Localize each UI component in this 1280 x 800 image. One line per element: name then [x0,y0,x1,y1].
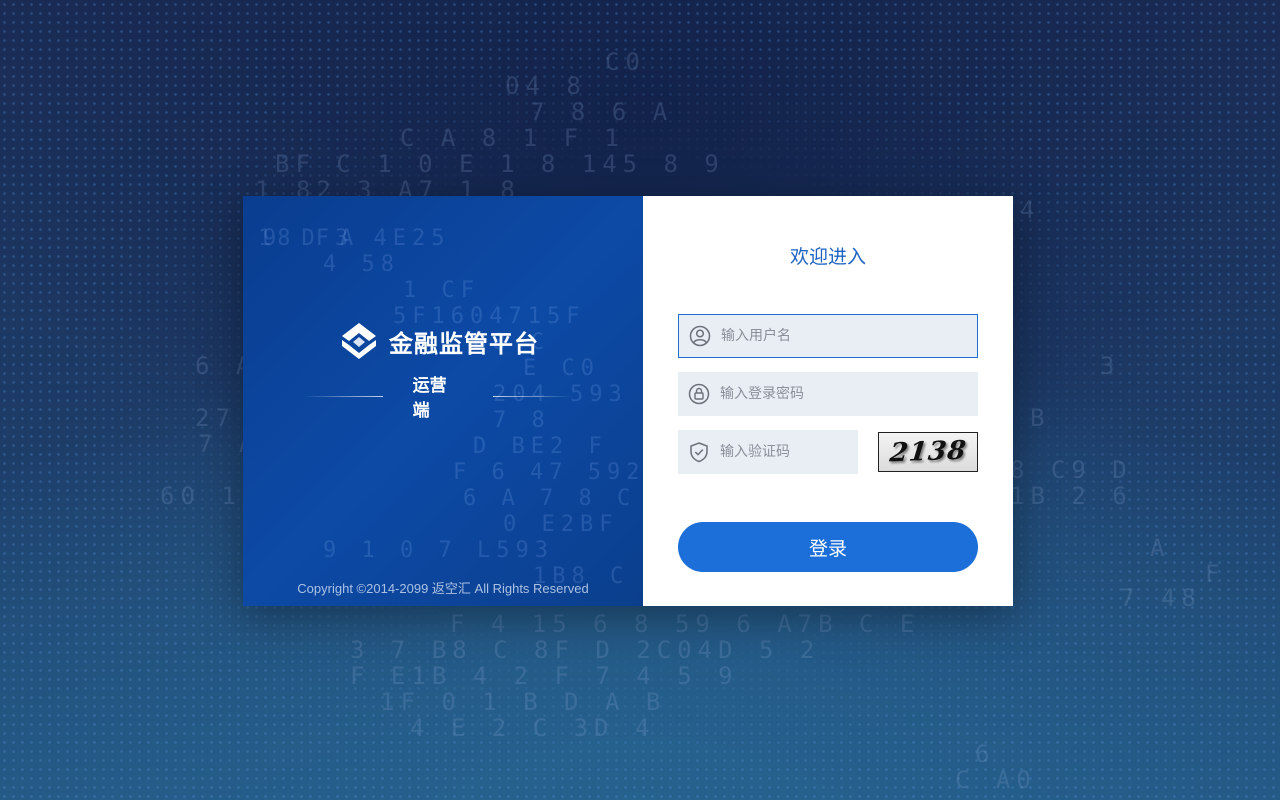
user-icon [679,314,721,358]
welcome-title: 欢迎进入 [789,246,866,268]
bg-code-text: 7 48 [1120,584,1202,612]
bg-code-text: 3 [1100,352,1121,380]
panel-code-text: D BE2 F [473,434,608,459]
login-form: 欢迎进入 输入用户名 输入验证码 2138 登录 [643,196,1013,606]
brand: 金融监管平台 [341,322,539,360]
captcha-input[interactable] [720,430,858,474]
bg-code-text: C A0 [955,766,1037,794]
login-card: 9 D A 18 F3 4E25 4 58 1 CF 5F1604715F B8… [243,196,1013,606]
bg-code-text: 1B 2 6 [1010,482,1133,510]
copyright: Copyright ©2014-2099 返空汇 All Rights Rese… [297,581,589,596]
captcha-text: 2138 [888,435,968,469]
bg-code-text: BF C 1 0 E 1 8 145 8 9 [275,150,725,178]
diamond-logo-icon [342,323,376,359]
divider-line [493,395,574,397]
bg-code-text: 7 8 6 A [530,98,674,126]
username-field [678,314,978,358]
panel-code-text: 18 F3 4E25 [258,226,451,251]
login-button[interactable]: 登录 [678,522,978,572]
divider-line [303,395,383,397]
bg-code-text: 4 [1020,196,1041,224]
brand-panel: 9 D A 18 F3 4E25 4 58 1 CF 5F1604715F B8… [243,196,643,606]
bg-code-text: 4 E 2 C 3D 4 [410,714,656,742]
bg-code-text: B [1030,404,1051,432]
bg-code-text: C0 [605,48,646,76]
panel-code-text: 0 E2BF [503,512,619,537]
bg-code-text: 1F 0 1 B D A B [380,688,667,716]
bg-code-text: 3 7 B8 C 8F D 2C04D 5 2 [350,636,821,664]
captcha-field [678,430,858,474]
password-field [678,372,978,416]
brand-subtitle: 运营端 [412,376,447,421]
brand-subtitle-row: 运营端 [303,376,574,421]
panel-code-text: 4 58 [323,252,400,277]
bg-code-text: A [1150,534,1171,562]
bg-code-text: C A 8 1 F 1 [400,124,625,152]
bg-code-text: 60 1 [160,482,242,510]
brand-name: 金融监管平台 [389,329,539,358]
panel-code-text: 7 8 [493,408,551,433]
panel-code-text: 9 1 0 7 L593 [323,538,554,563]
bg-code-text: F [1205,560,1226,588]
captcha-image[interactable]: 2138 [878,432,978,472]
lock-icon [678,372,720,416]
bg-code-text: 8 C9 D [1010,456,1133,484]
panel-code-text: 6 A 7 8 C [463,486,637,511]
bg-code-text: 6 [975,740,996,768]
panel-code-text: 1 CF [403,278,480,303]
shield-check-icon [678,430,720,474]
username-input[interactable] [721,315,977,357]
panel-code-text: F 6 47 592 [453,460,643,485]
password-input[interactable] [720,372,978,416]
bg-code-text: F 4 15 6 8 59 6 A7B C E [450,610,921,638]
bg-code-text: F E1B 4 2 F 7 4 5 9 [350,662,739,690]
bg-code-text: 27 [195,404,236,432]
bg-code-text: 04 8 [505,72,587,100]
